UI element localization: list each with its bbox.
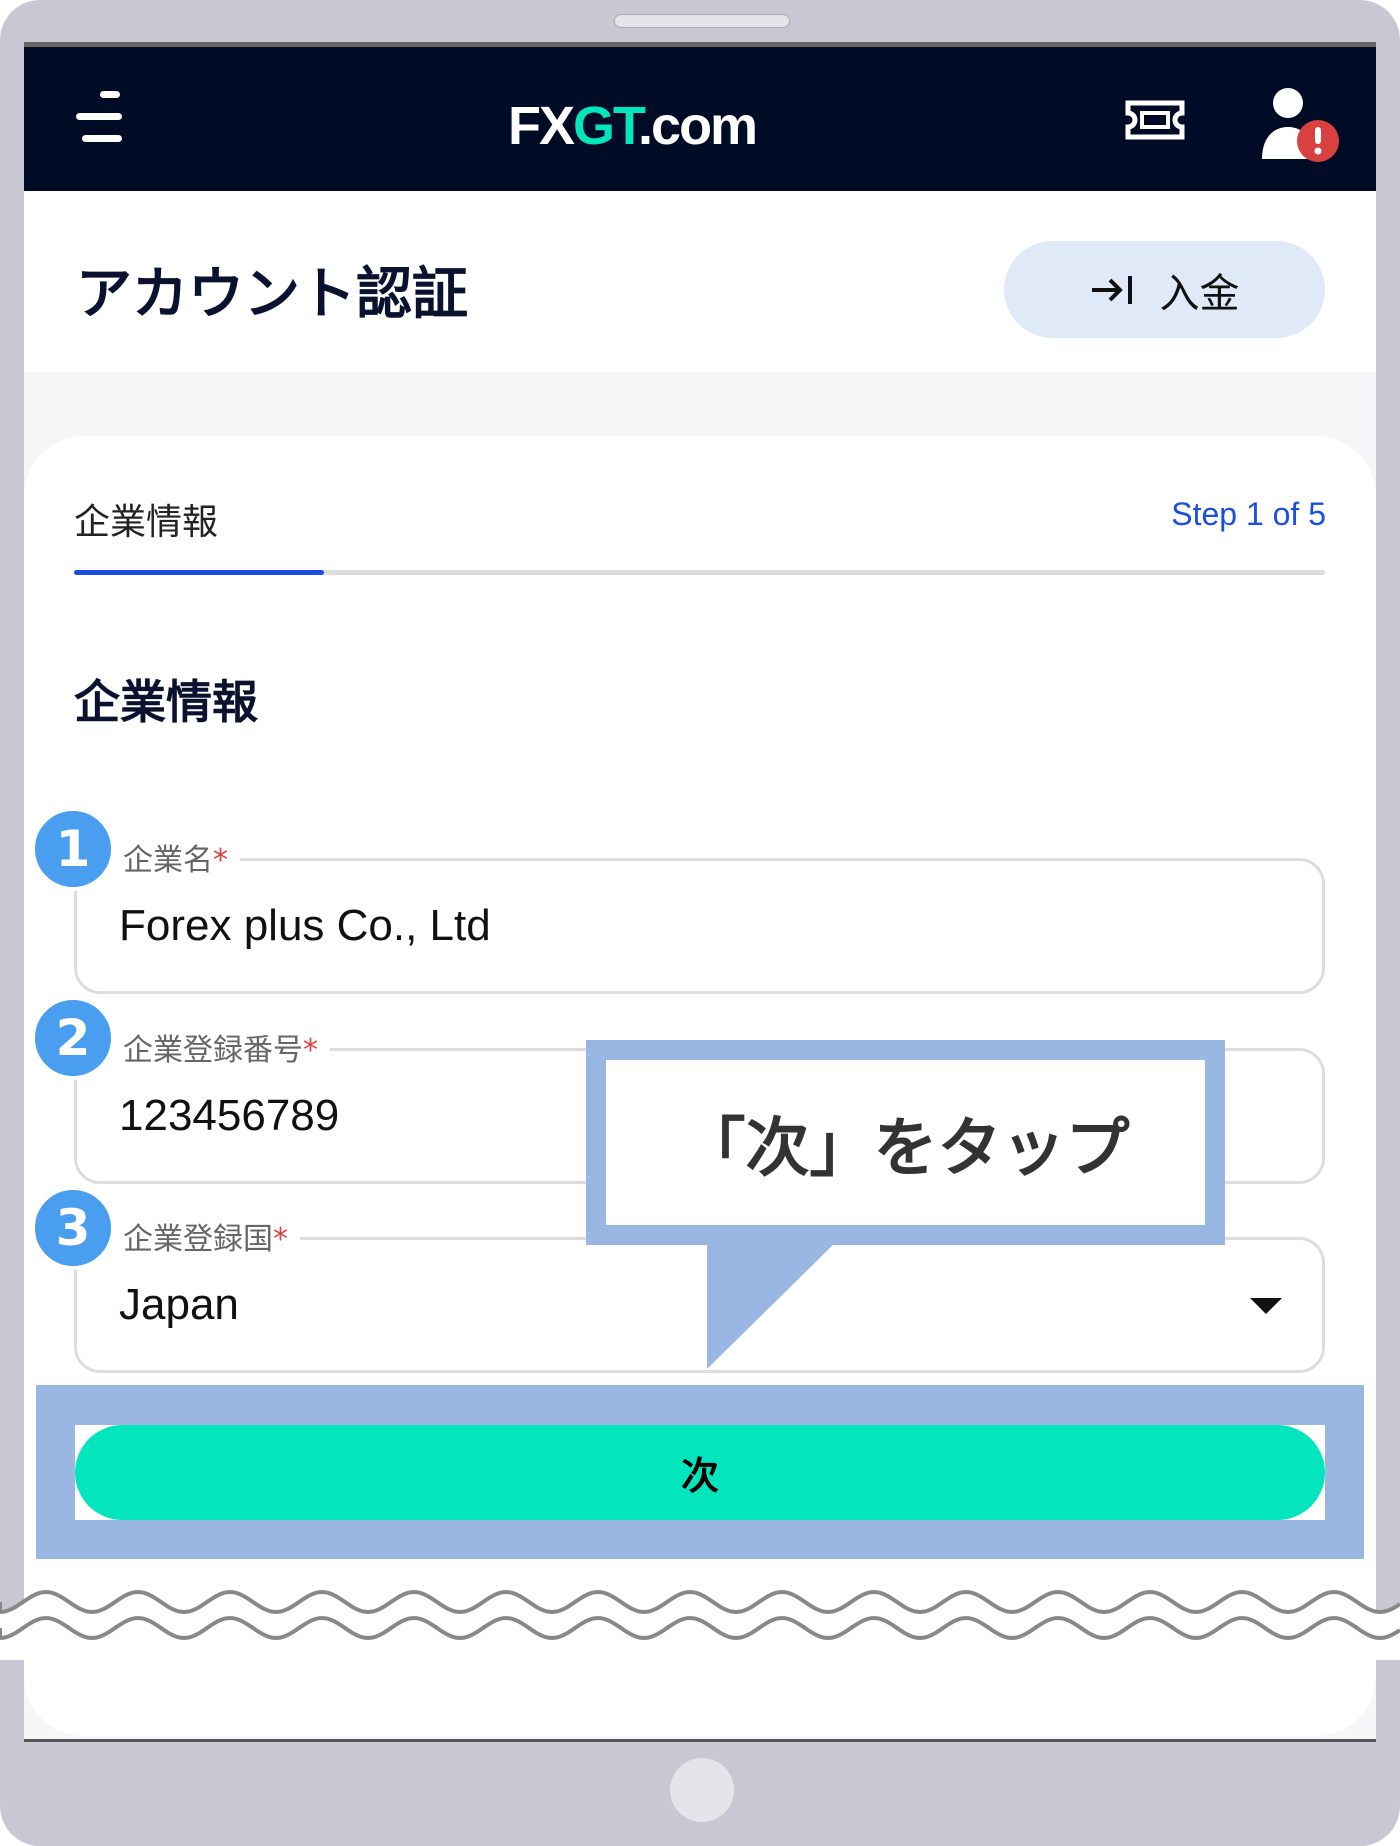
logo-gt: GT [573,96,640,156]
step-badge-3: 3 [31,1186,115,1270]
phone-speaker [614,14,790,28]
chevron-down-icon[interactable] [1250,1298,1282,1314]
progress-bar [74,570,1325,575]
callout-text: 「次」をタップ [606,1060,1205,1225]
logo-fx: FX [508,96,575,156]
menu-icon[interactable] [74,87,134,147]
progress-fill [74,570,325,575]
next-button-highlight: 次 [36,1385,1364,1559]
registration-country-value: Japan [119,1280,239,1329]
screen: FXGT.com アカウント認証 入金 企業情報 Step 1 of 5 企業情… [24,42,1376,1742]
ticket-icon[interactable] [1124,99,1186,141]
top-navbar: FXGT.com [24,47,1376,191]
field-label: 企業名* [111,835,240,879]
instruction-callout: 「次」をタップ [586,1040,1225,1245]
next-button[interactable]: 次 [75,1425,1325,1520]
step-tab-label: 企業情報 [74,502,219,543]
next-button-wrap: 次 [75,1425,1325,1520]
company-name-field[interactable]: 企業名* Forex plus Co., Ltd [74,835,1325,994]
field-label: 企業登録国* [111,1214,300,1258]
page-title: アカウント認証 [76,262,468,327]
home-button [670,1758,734,1822]
registration-country-select[interactable]: 企業登録国* Japan [74,1214,1325,1373]
deposit-label: 入金 [1159,270,1240,317]
section-heading: 企業情報 [74,675,258,729]
user-alert-icon[interactable] [1256,85,1346,165]
field-label: 企業登録番号* [111,1025,330,1069]
step-badge-2: 2 [31,996,115,1080]
page-title-bar: アカウント認証 入金 [24,191,1376,372]
registration-number-value: 123456789 [119,1091,340,1140]
step-indicator: Step 1 of 5 [1171,496,1326,532]
step-badge-1: 1 [31,807,115,891]
logo-com: .com [638,96,758,156]
company-name-value: Forex plus Co., Ltd [119,901,491,950]
arrow-to-bar-icon [1091,275,1132,304]
deposit-button[interactable]: 入金 [1004,241,1325,338]
cut-divider [0,1590,1400,1660]
fxgt-logo[interactable]: FXGT.com [508,95,758,157]
